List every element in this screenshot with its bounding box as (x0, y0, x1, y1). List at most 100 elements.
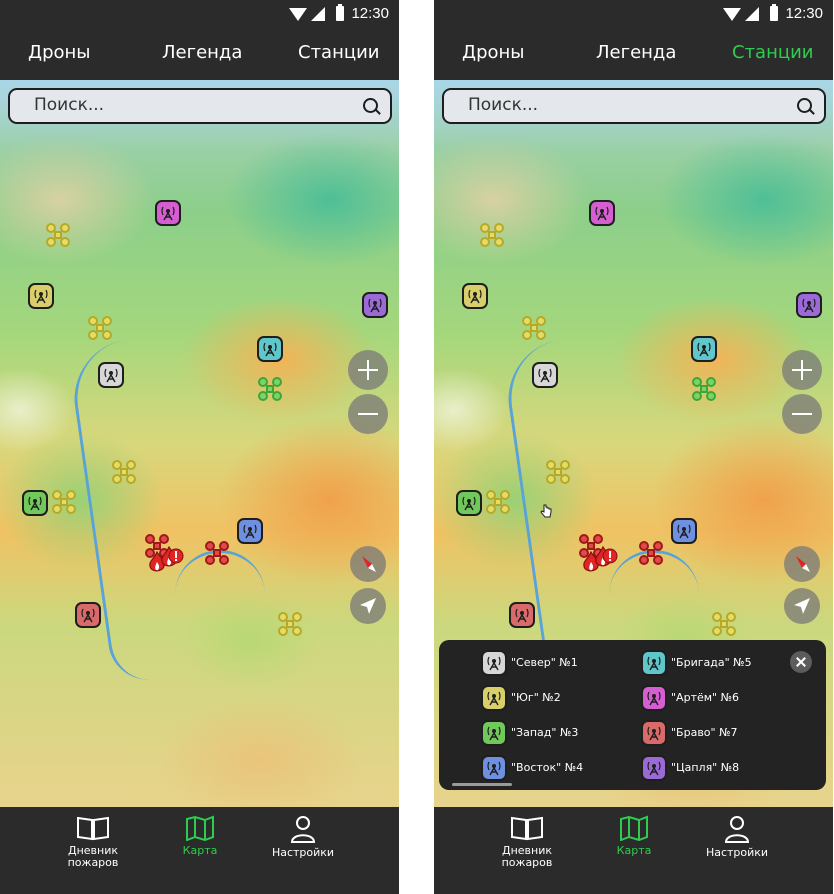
drone-icon[interactable] (112, 460, 136, 484)
top-tabs: Дроны Легенда Станции (434, 30, 833, 80)
search-icon[interactable] (363, 98, 378, 113)
station-icon (481, 650, 507, 676)
battery-icon (336, 4, 344, 21)
station-icon (263, 342, 277, 357)
map-icon (620, 815, 648, 841)
search-bar[interactable]: Поиск... (8, 88, 392, 124)
drone-icon[interactable] (639, 541, 663, 565)
signal-icon (311, 7, 325, 21)
station-marker-bravo[interactable] (509, 602, 535, 628)
alert-icon[interactable] (168, 548, 184, 564)
person-icon (724, 816, 750, 843)
nav-settings[interactable]: Настройки (258, 815, 348, 859)
river (175, 550, 265, 673)
legend-label: "Юг" №2 (511, 691, 561, 704)
station-marker-vostok[interactable] (237, 518, 263, 544)
station-icon (538, 368, 552, 383)
search-input[interactable]: Поиск... (34, 95, 104, 115)
tab-legend[interactable]: Легенда (596, 42, 676, 63)
station-icon (677, 524, 691, 539)
legend-label: "Артём" №6 (671, 691, 740, 704)
station-marker-artem[interactable] (155, 200, 181, 226)
nav-fire-log[interactable]: Дневник пожаров (48, 815, 138, 869)
map-view[interactable]: Поиск... (0, 80, 399, 807)
nav-settings[interactable]: Настройки (692, 815, 782, 859)
station-icon (641, 720, 667, 746)
close-icon[interactable] (790, 651, 812, 673)
station-icon (595, 206, 609, 221)
station-marker-tsaplya[interactable] (796, 292, 822, 318)
drone-icon[interactable] (546, 460, 570, 484)
locate-button[interactable] (350, 588, 386, 624)
drone-icon[interactable] (46, 223, 70, 247)
station-marker-sever[interactable] (532, 362, 558, 388)
legend-label: "Бригада" №5 (671, 656, 752, 669)
station-icon (481, 755, 507, 781)
drone-icon[interactable] (522, 316, 546, 340)
nav-map-label: Карта (616, 844, 652, 857)
nav-map[interactable]: Карта (589, 815, 679, 857)
tab-drones[interactable]: Дроны (462, 42, 524, 63)
map-icon (186, 815, 214, 841)
status-time: 12:30 (351, 5, 389, 22)
station-icon (243, 524, 257, 539)
drone-icon[interactable] (258, 377, 282, 401)
legend-label: "Цапля" №8 (671, 761, 740, 774)
tab-stations[interactable]: Станции (732, 42, 814, 63)
station-icon (641, 755, 667, 781)
search-bar[interactable]: Поиск... (442, 88, 826, 124)
zoom-in-button[interactable] (348, 350, 388, 390)
book-icon (511, 816, 543, 841)
station-marker-yug[interactable] (462, 283, 488, 309)
compass-button[interactable] (784, 546, 820, 582)
nav-map[interactable]: Карта (155, 815, 245, 857)
phone-screen-stations: 12:30 Дроны Легенда Станции Поиск... "Се… (434, 0, 833, 894)
drone-icon[interactable] (486, 490, 510, 514)
nav-map-label: Карта (182, 844, 218, 857)
hand-cursor-icon (540, 504, 552, 518)
station-marker-bravo[interactable] (75, 602, 101, 628)
tab-legend[interactable]: Легенда (162, 42, 242, 63)
station-marker-zapad[interactable] (456, 490, 482, 516)
station-icon (34, 289, 48, 304)
alert-icon[interactable] (602, 548, 618, 564)
station-icon (28, 496, 42, 511)
person-icon (290, 816, 316, 843)
drone-icon[interactable] (712, 612, 736, 636)
station-marker-zapad[interactable] (22, 490, 48, 516)
station-marker-brigada[interactable] (691, 336, 717, 362)
drone-icon[interactable] (278, 612, 302, 636)
compass-button[interactable] (350, 546, 386, 582)
nav-fire-log[interactable]: Дневник пожаров (482, 815, 572, 869)
search-input[interactable]: Поиск... (468, 95, 538, 115)
drone-icon[interactable] (205, 541, 229, 565)
station-icon (515, 608, 529, 623)
zoom-out-button[interactable] (782, 394, 822, 434)
tab-stations[interactable]: Станции (298, 42, 380, 63)
station-icon (81, 608, 95, 623)
station-icon (468, 289, 482, 304)
drone-icon[interactable] (692, 377, 716, 401)
drag-handle[interactable] (452, 783, 512, 786)
legend-label: "Восток" №4 (511, 761, 584, 774)
zoom-in-button[interactable] (782, 350, 822, 390)
status-bar: 12:30 (434, 0, 833, 30)
drone-icon[interactable] (52, 490, 76, 514)
station-marker-artem[interactable] (589, 200, 615, 226)
battery-icon (770, 4, 778, 21)
top-tabs: Дроны Легенда Станции (0, 30, 399, 80)
station-marker-tsaplya[interactable] (362, 292, 388, 318)
tab-drones[interactable]: Дроны (28, 42, 90, 63)
drone-icon[interactable] (480, 223, 504, 247)
station-marker-vostok[interactable] (671, 518, 697, 544)
drone-icon[interactable] (88, 316, 112, 340)
station-marker-sever[interactable] (98, 362, 124, 388)
nav-fire-log-label: Дневник пожаров (501, 844, 553, 869)
zoom-out-button[interactable] (348, 394, 388, 434)
station-marker-yug[interactable] (28, 283, 54, 309)
locate-button[interactable] (784, 588, 820, 624)
station-icon (462, 496, 476, 511)
search-icon[interactable] (797, 98, 812, 113)
station-marker-brigada[interactable] (257, 336, 283, 362)
legend-label: "Запад" №3 (511, 726, 579, 739)
